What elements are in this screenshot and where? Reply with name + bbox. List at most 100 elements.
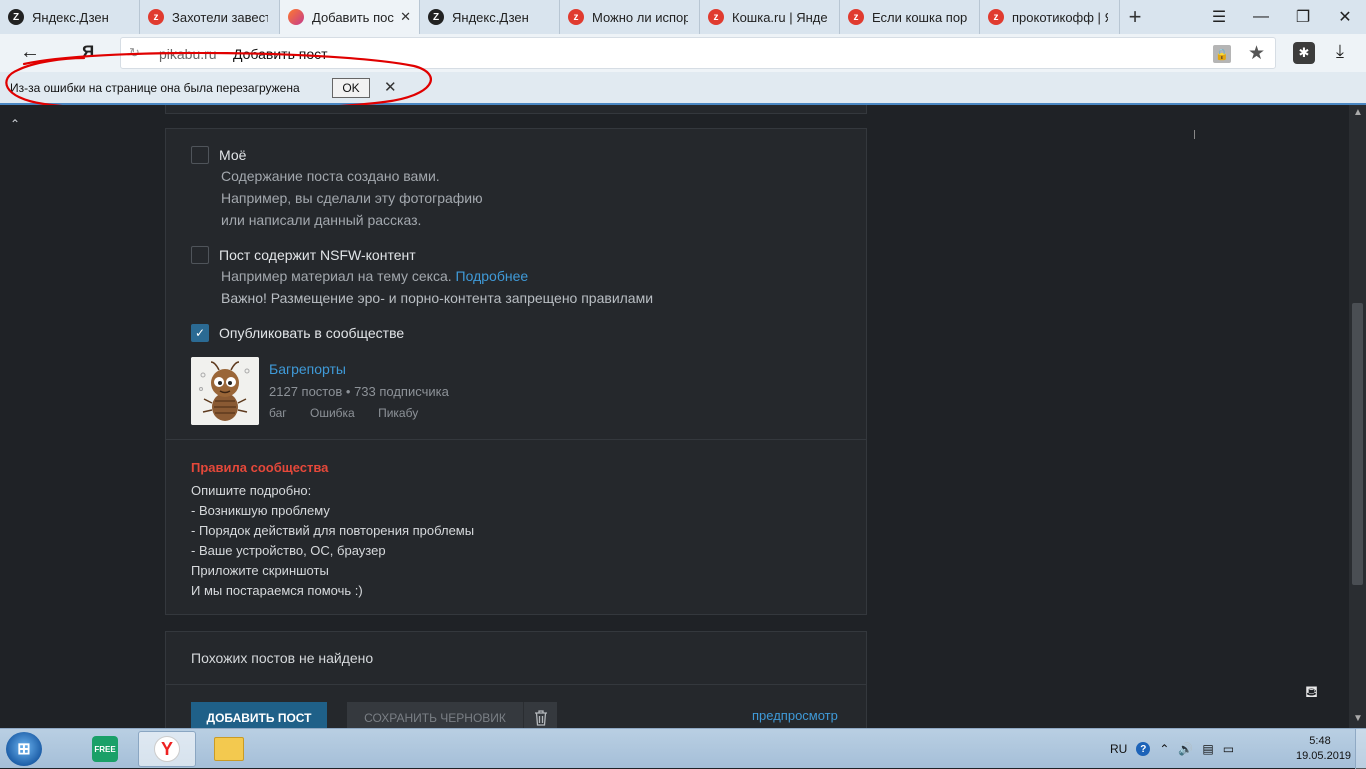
rules-line: Опишите подробно:: [191, 483, 312, 498]
nsfw-warning-line: Важно! Размещение эро- и порно-контента …: [221, 287, 653, 309]
show-desktop-button[interactable]: [1355, 729, 1366, 769]
tab-title: прокотикофф | Я: [1012, 9, 1108, 25]
close-window-icon[interactable]: ✕: [1324, 0, 1366, 34]
tab-zahoteli[interactable]: z Захотели завести: [140, 0, 280, 34]
windows-taskbar: ⊞ FREE Y RU ? ⌃ 🔊 ▤ ▭ 5:48 19.05.2019: [0, 728, 1366, 769]
community-tag[interactable]: баг: [269, 406, 287, 420]
preview-link[interactable]: предпросмотр: [752, 708, 838, 723]
scroll-up-arrow-icon[interactable]: ▲: [1353, 107, 1363, 118]
address-bar: ← Я ↻ pikabu.ru Добавить пост 🔒 ★ ✱ ⤓: [0, 34, 1366, 72]
start-button[interactable]: ⊞: [6, 732, 42, 766]
minimize-icon[interactable]: —: [1240, 0, 1282, 34]
extension-icon[interactable]: ✱: [1293, 42, 1315, 64]
clock-time: 5:48: [1309, 735, 1331, 747]
bug-mascot-icon: [191, 357, 259, 425]
tab-add-post[interactable]: Добавить пос ✕: [280, 0, 420, 34]
tab-title: Можно ли испор: [592, 9, 688, 25]
rules-line: И мы постараемся помочь :): [191, 583, 363, 598]
pikabu-icon: [288, 9, 304, 25]
tab-title: Захотели завести: [172, 9, 268, 25]
scroll-to-top-icon[interactable]: ⌃: [10, 117, 20, 131]
new-tab-button[interactable]: +: [1120, 0, 1150, 34]
stats-separator: •: [345, 384, 351, 399]
monitor-icon[interactable]: ▭: [1223, 742, 1234, 756]
taskbar-clock[interactable]: 5:48 19.05.2019: [1296, 734, 1351, 764]
network-icon[interactable]: ▤: [1202, 742, 1213, 756]
volume-icon[interactable]: 🔊: [1178, 742, 1193, 756]
system-tray: RU ? ⌃ 🔊 ▤ ▭: [1110, 729, 1243, 769]
window-controls: ☰ — ❐ ✕: [1198, 0, 1366, 34]
folder-icon: [214, 737, 244, 761]
url-field[interactable]: ↻ pikabu.ru Добавить пост 🔒 ★: [120, 37, 1276, 69]
nsfw-label: Пост содержит NSFW-контент: [219, 247, 416, 263]
download-icon[interactable]: ⤓: [1336, 41, 1344, 62]
nsfw-warning-bold: Важно!: [221, 290, 267, 306]
zen-red-icon: z: [988, 9, 1004, 25]
community-stats: 2127 постов • 733 подписчика: [269, 384, 449, 399]
tab-mozhno-li[interactable]: z Можно ли испор: [560, 0, 700, 34]
dzen-icon: Z: [8, 9, 24, 25]
tab-title: Если кошка пор: [872, 9, 968, 25]
lock-icon[interactable]: 🔒: [1213, 45, 1231, 63]
nsfw-more-link[interactable]: Подробнее: [456, 268, 529, 284]
tray-chevron-icon[interactable]: ⌃: [1159, 742, 1169, 756]
community-posts-count: 2127 постов: [269, 384, 343, 399]
mine-hint: Содержание поста создано вами. Например,…: [221, 165, 483, 231]
url-domain: pikabu.ru: [159, 46, 217, 62]
checkmark-icon: ✓: [194, 326, 206, 340]
help-icon[interactable]: ?: [1136, 742, 1151, 756]
scroll-down-arrow-icon[interactable]: ▼: [1353, 713, 1363, 724]
nsfw-checkbox[interactable]: [191, 246, 209, 264]
taskbar-yandex-browser[interactable]: Y: [138, 731, 196, 767]
bookmark-star-icon[interactable]: ★: [1248, 42, 1265, 65]
similar-posts-card: Похожих постов не найдено ДОБАВИТЬ ПОСТ …: [165, 631, 867, 741]
divider: [166, 439, 866, 440]
page-scrollbar[interactable]: [1349, 105, 1366, 728]
reload-icon[interactable]: ↻: [129, 45, 140, 61]
community-subscribers-count: 733 подписчика: [354, 384, 449, 399]
tab-yandex-dzen-2[interactable]: Z Яндекс.Дзен: [420, 0, 560, 34]
text-cursor: [1194, 130, 1195, 139]
nsfw-hint-line: Например материал на тему секса. Подробн…: [221, 265, 653, 287]
community-publish-checkbox[interactable]: ✓: [191, 324, 209, 342]
post-options-card: Моё Содержание поста создано вами. Напри…: [165, 128, 867, 615]
back-arrow-icon[interactable]: ←: [20, 41, 40, 64]
mine-label: Моё: [219, 147, 247, 163]
taskbar-kaspersky[interactable]: FREE: [76, 731, 134, 767]
tab-esli-koshka[interactable]: z Если кошка пор: [840, 0, 980, 34]
close-tab-icon[interactable]: ✕: [400, 9, 411, 25]
rules-line: - Возникшую проблему: [191, 503, 330, 518]
zen-red-icon: z: [568, 9, 584, 25]
nsfw-hint-text: Например материал на тему секса.: [221, 268, 452, 284]
menu-icon[interactable]: ☰: [1198, 0, 1240, 34]
community-publish-label: Опубликовать в сообществе: [219, 325, 405, 341]
tab-prokotikoff[interactable]: z прокотикофф | Я: [980, 0, 1120, 34]
paint-bucket-icon[interactable]: ⛾: [1305, 683, 1318, 703]
infobar-message: Из-за ошибки на странице она была переза…: [10, 81, 300, 95]
community-tag[interactable]: Пикабу: [378, 406, 418, 420]
mine-hint-line: или написали данный рассказ.: [221, 212, 422, 228]
infobar-close-icon[interactable]: ✕: [384, 78, 397, 96]
tab-koshka-ru[interactable]: z Кошка.ru | Яндек: [700, 0, 840, 34]
rules-line: Приложите скриншоты: [191, 563, 329, 578]
restore-icon[interactable]: ❐: [1282, 0, 1324, 34]
mine-checkbox[interactable]: [191, 146, 209, 164]
community-name-link[interactable]: Багрепорты: [269, 361, 346, 377]
community-tag[interactable]: Ошибка: [310, 406, 355, 420]
tab-title: Яндекс.Дзен: [32, 9, 109, 25]
tab-yandex-dzen[interactable]: Z Яндекс.Дзен: [0, 0, 140, 34]
rules-line: - Ваше устройство, ОС, браузер: [191, 543, 386, 558]
previous-card-bottom: [165, 105, 867, 114]
yandex-logo-icon[interactable]: Я: [82, 42, 94, 62]
divider: [166, 684, 866, 685]
language-indicator[interactable]: RU: [1110, 742, 1127, 756]
infobar-ok-button[interactable]: OK: [332, 78, 370, 98]
yandex-browser-icon: Y: [154, 736, 180, 762]
scrollbar-thumb[interactable]: [1352, 303, 1363, 585]
community-rules-title: Правила сообщества: [191, 460, 329, 475]
dzen-icon: Z: [428, 9, 444, 25]
community-avatar[interactable]: [191, 357, 259, 425]
rules-line: - Порядок действий для повторения пробле…: [191, 523, 475, 538]
taskbar-explorer[interactable]: [200, 731, 258, 767]
nsfw-hint: Например материал на тему секса. Подробн…: [221, 265, 653, 309]
